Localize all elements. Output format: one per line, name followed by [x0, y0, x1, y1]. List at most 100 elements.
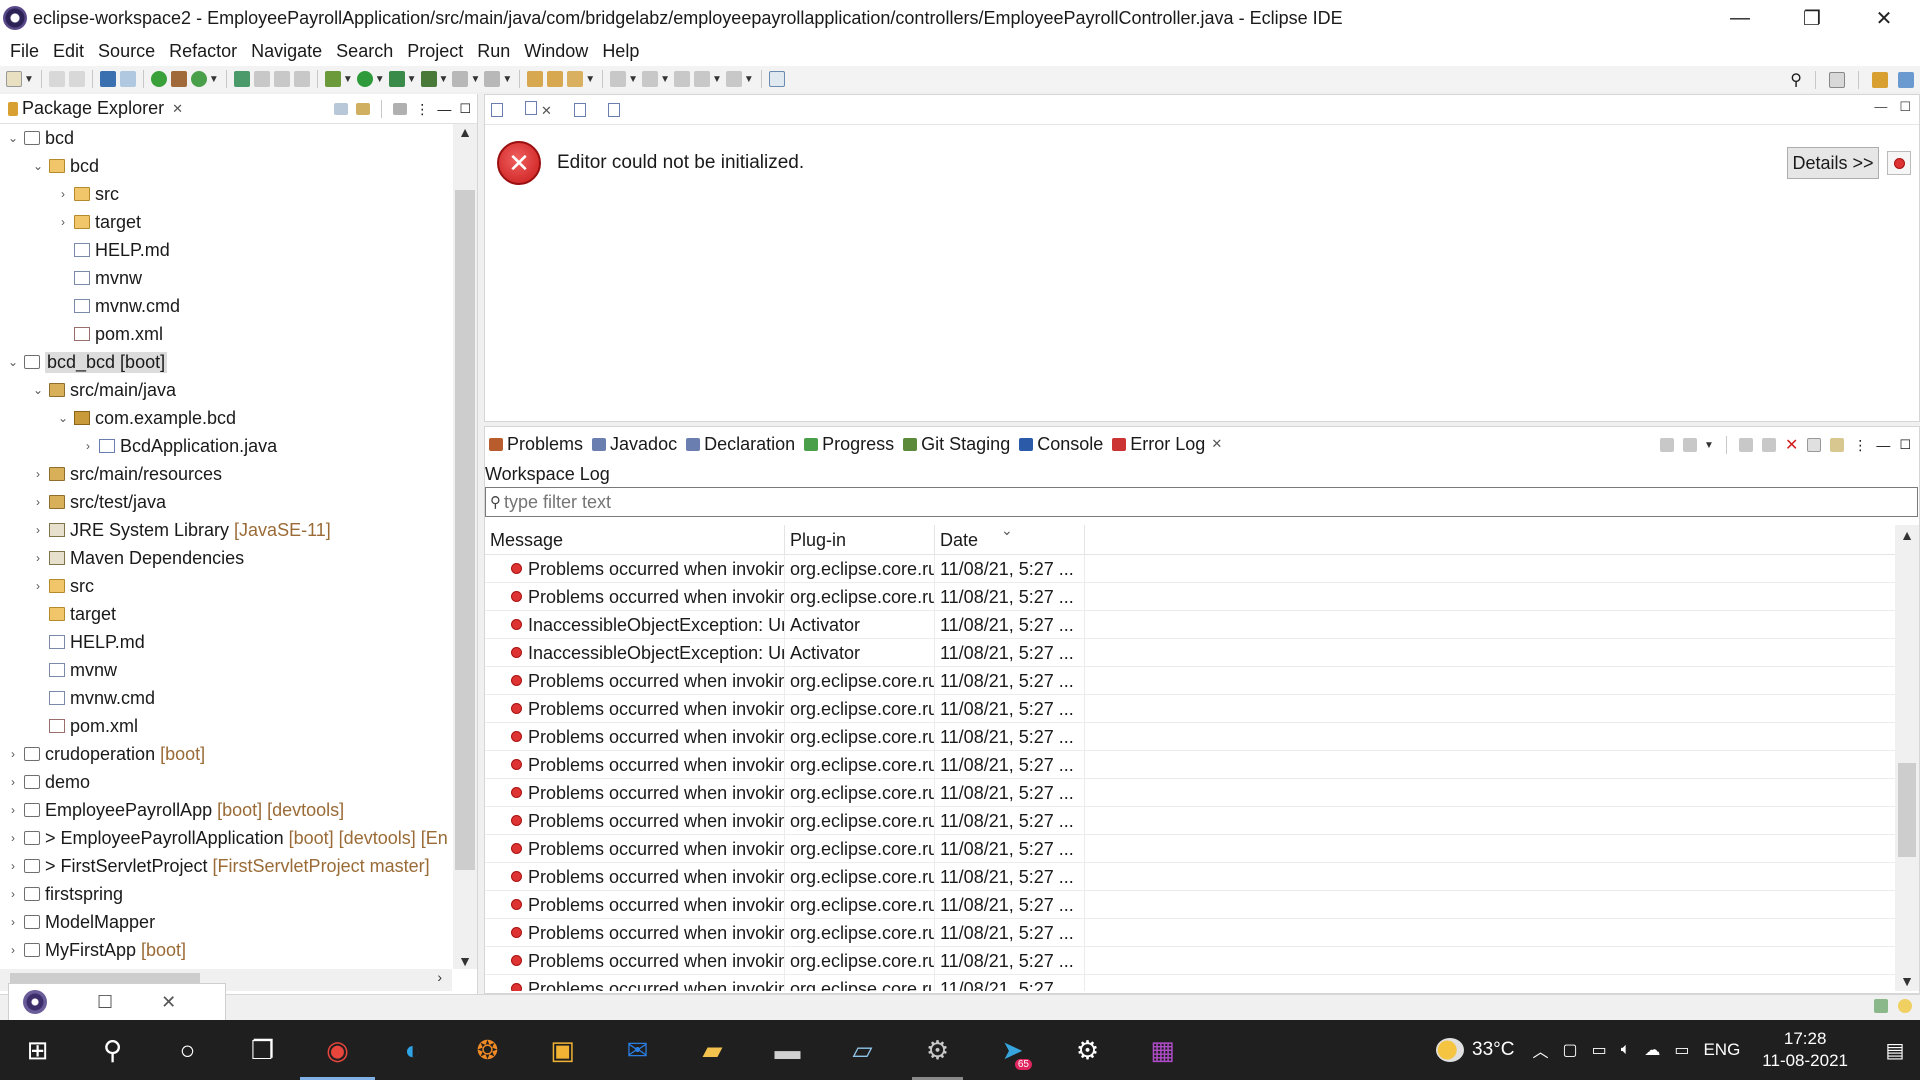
close-icon[interactable]: ✕: [172, 101, 183, 117]
table-row[interactable]: Problems occurred when invoking code fro…: [485, 722, 1895, 751]
tree-item[interactable]: › src/main/resources: [0, 460, 452, 488]
tree-item[interactable]: › MyFirstApp [boot]: [0, 936, 452, 964]
table-row[interactable]: Problems occurred when invoking code fro…: [485, 554, 1895, 583]
collapsed-chevron-icon[interactable]: ›: [6, 915, 20, 929]
close-button[interactable]: ✕: [161, 992, 176, 1013]
table-row[interactable]: Problems occurred when invoking code fro…: [485, 862, 1895, 891]
link-with-editor-icon[interactable]: [356, 103, 371, 115]
details-button[interactable]: Details >>: [1787, 147, 1879, 179]
skip-breakpoints-icon[interactable]: [119, 71, 136, 87]
refresh-icon[interactable]: [190, 71, 207, 87]
show-hidden-icons-icon[interactable]: ︿: [1532, 1038, 1548, 1062]
menu-file[interactable]: File: [3, 41, 46, 62]
toggle-mark-icon[interactable]: [253, 71, 270, 87]
tree-item[interactable]: › ModelMapper: [0, 908, 452, 936]
collapsed-chevron-icon[interactable]: ›: [6, 831, 20, 845]
taskbar-chrome[interactable]: ◉: [300, 1020, 375, 1080]
error-log-vscrollbar[interactable]: ▲ ▼: [1895, 525, 1919, 991]
pin-editor-icon[interactable]: [768, 71, 785, 87]
taskbar-search[interactable]: ⚲: [75, 1020, 150, 1080]
taskbar-settings[interactable]: ⚙: [1050, 1020, 1125, 1080]
expanded-chevron-icon[interactable]: ⌄: [6, 131, 20, 145]
tree-item[interactable]: mvnw.cmd: [0, 684, 452, 712]
menu-refactor[interactable]: Refactor: [162, 41, 244, 62]
menu-edit[interactable]: Edit: [46, 41, 91, 62]
tip-icon[interactable]: [1898, 999, 1912, 1013]
tree-item[interactable]: › crudoperation [boot]: [0, 740, 452, 768]
log-menu-dropdown-icon[interactable]: ▼: [1704, 440, 1714, 451]
export-log-icon[interactable]: [1660, 438, 1675, 452]
scroll-down-icon[interactable]: ▼: [1895, 973, 1919, 989]
table-row[interactable]: Problems occurred when invoking code fro…: [485, 582, 1895, 611]
language-indicator[interactable]: ENG: [1703, 1040, 1740, 1060]
open-log-icon[interactable]: [1807, 438, 1822, 452]
delete-log-icon[interactable]: [1761, 438, 1776, 452]
filter-input[interactable]: [504, 491, 1884, 513]
column-header-date[interactable]: Date ⌄: [935, 525, 1085, 555]
minimized-window[interactable]: ☐ ✕: [8, 983, 226, 1021]
error-details-button[interactable]: [1887, 151, 1911, 175]
minimize-view-icon[interactable]: —: [437, 101, 451, 117]
spring-perspective-icon[interactable]: [1898, 72, 1914, 88]
scroll-down-icon[interactable]: ▼: [453, 953, 477, 969]
tree-item[interactable]: pom.xml: [0, 320, 452, 348]
view-menu-icon[interactable]: ⋮: [1853, 437, 1867, 454]
tab-progress[interactable]: Progress: [804, 434, 894, 455]
close-icon[interactable]: ✕: [541, 103, 552, 118]
tree-item[interactable]: › JRE System Library [JavaSE-11]: [0, 516, 452, 544]
back-icon[interactable]: [693, 71, 710, 87]
collapsed-chevron-icon[interactable]: ›: [6, 887, 20, 901]
show-whitespace-icon[interactable]: [293, 71, 310, 87]
tree-item[interactable]: ⌄ com.example.bcd: [0, 404, 452, 432]
taskbar-edge[interactable]: ◐: [375, 1020, 450, 1080]
clear-log-viewer-icon[interactable]: [1738, 438, 1753, 452]
external-tools-icon[interactable]: [420, 71, 437, 87]
collapsed-chevron-icon[interactable]: ›: [56, 215, 70, 229]
open-type-icon[interactable]: [527, 71, 544, 87]
tree-item[interactable]: › > FirstServletProject [FirstServletProje…: [0, 852, 452, 880]
tree-item[interactable]: ⌄ bcd: [0, 152, 452, 180]
notification-icon[interactable]: ▤: [1870, 1038, 1920, 1063]
search-tool-icon[interactable]: [567, 71, 584, 87]
import-log-icon[interactable]: [1683, 438, 1698, 452]
editor-tab-4[interactable]: [607, 102, 620, 117]
tree-item[interactable]: › demo: [0, 768, 452, 796]
tab-console[interactable]: Console: [1019, 434, 1103, 455]
close-button[interactable]: ✕: [1848, 0, 1920, 36]
table-row[interactable]: InaccessibleObjectException: Unable to m…: [485, 610, 1895, 639]
collapsed-chevron-icon[interactable]: ›: [31, 551, 45, 565]
restore-log-icon[interactable]: [1830, 438, 1845, 452]
java-perspective-icon[interactable]: [1872, 72, 1888, 88]
maximize-view-icon[interactable]: ☐: [1899, 437, 1911, 453]
menu-help[interactable]: Help: [595, 41, 646, 62]
collapsed-chevron-icon[interactable]: ›: [6, 747, 20, 761]
clock[interactable]: 17:28 11-08-2021: [1762, 1028, 1848, 1072]
tree-item[interactable]: HELP.md: [0, 628, 452, 656]
tree-item[interactable]: HELP.md: [0, 236, 452, 264]
tab-git-staging[interactable]: Git Staging: [903, 434, 1010, 455]
collapsed-chevron-icon[interactable]: ›: [6, 775, 20, 789]
column-header-message[interactable]: Message: [485, 525, 785, 555]
deploy-icon[interactable]: [484, 71, 501, 87]
collapsed-chevron-icon[interactable]: ›: [81, 439, 95, 453]
collapsed-chevron-icon[interactable]: ›: [31, 523, 45, 537]
tree-item[interactable]: › src/test/java: [0, 488, 452, 516]
taskbar-file-explorer[interactable]: ▰: [675, 1020, 750, 1080]
git-icon[interactable]: [233, 71, 250, 87]
close-icon[interactable]: ✕: [1211, 436, 1222, 452]
maximize-view-icon[interactable]: ☐: [459, 101, 471, 117]
maximize-editor-icon[interactable]: ☐: [1899, 99, 1911, 115]
block-selection-icon[interactable]: [273, 71, 290, 87]
table-row[interactable]: Problems occurred when invoking code fro…: [485, 974, 1895, 991]
new-dropdown-icon[interactable]: ▼: [24, 74, 34, 85]
next-annotation-icon[interactable]: [610, 71, 627, 87]
onedrive-icon[interactable]: ☁︎: [1644, 1040, 1660, 1060]
editor-tab-1[interactable]: [491, 102, 503, 117]
table-row[interactable]: Problems occurred when invoking code fro…: [485, 806, 1895, 835]
tree-item[interactable]: mvnw: [0, 264, 452, 292]
tree-item[interactable]: › > EmployeePayrollApplication [boot] [dev…: [0, 824, 452, 852]
menu-source[interactable]: Source: [91, 41, 162, 62]
editor-tab-3[interactable]: [573, 102, 586, 117]
tree-item[interactable]: ⌄ bcd: [0, 124, 452, 152]
taskbar-photos-app[interactable]: ❂: [450, 1020, 525, 1080]
